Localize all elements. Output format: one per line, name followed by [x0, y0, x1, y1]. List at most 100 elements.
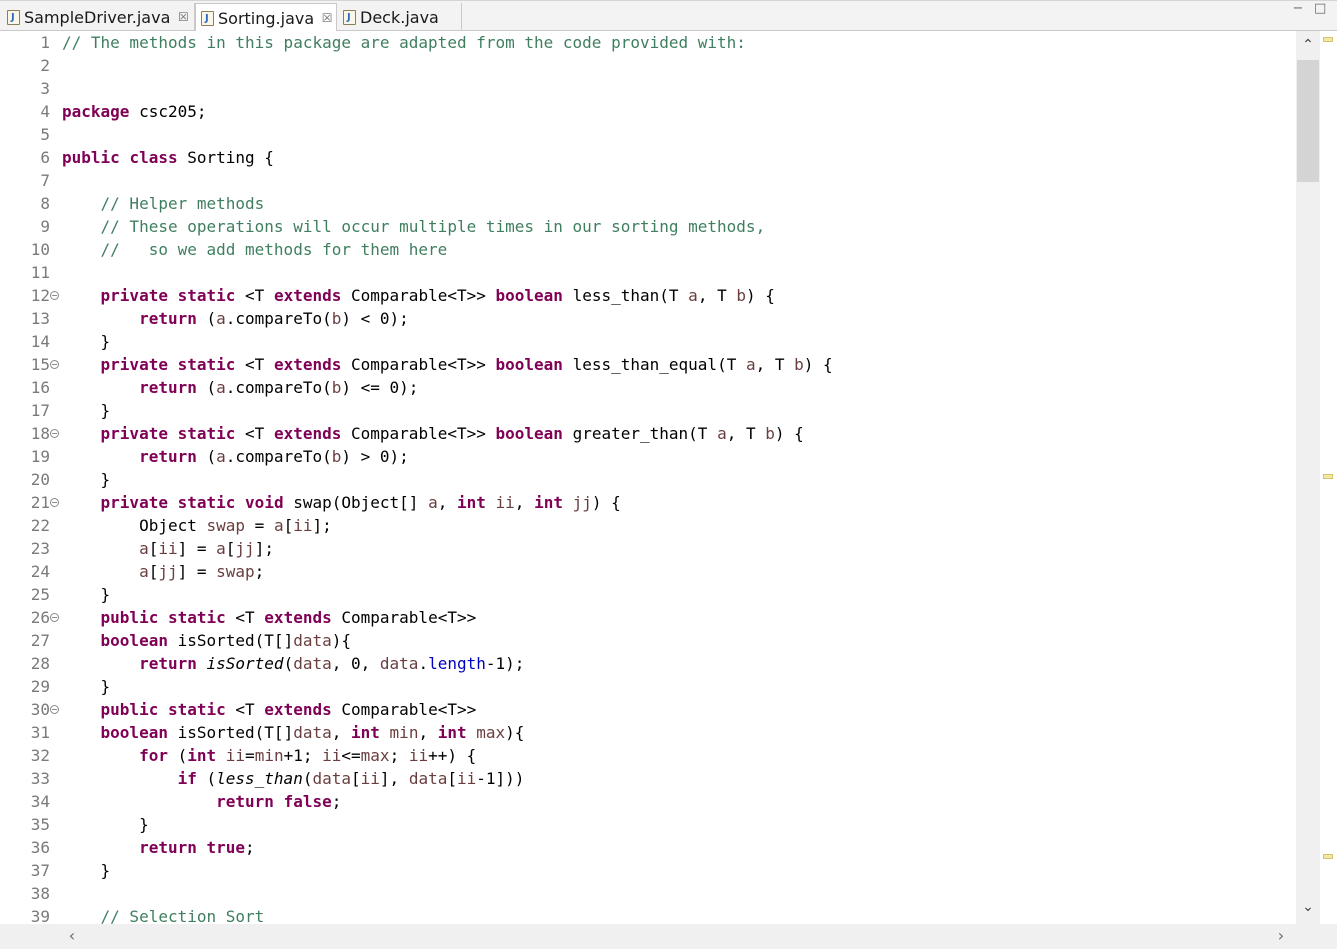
- overview-marker[interactable]: [1323, 854, 1333, 859]
- code-line[interactable]: public static <T extends Comparable<T>>: [62, 698, 477, 721]
- code-line[interactable]: package csc205;: [62, 100, 207, 123]
- scroll-right-icon[interactable]: ›: [1271, 926, 1291, 946]
- code-line[interactable]: }: [62, 859, 111, 882]
- code-token: extends: [264, 700, 332, 719]
- code-token: <T: [225, 608, 265, 627]
- close-icon[interactable]: ☒: [176, 10, 190, 24]
- code-token: return: [139, 447, 197, 466]
- code-line[interactable]: for (int ii=min+1; ii<=max; ii++) {: [62, 744, 476, 767]
- code-line[interactable]: // Helper methods: [62, 192, 265, 215]
- code-line[interactable]: // The methods in this package are adapt…: [62, 31, 746, 54]
- code-token: extends: [273, 355, 342, 374]
- code-token: less_than_equal(T: [562, 355, 746, 374]
- code-line[interactable]: if (less_than(data[ii], data[ii-1])): [62, 767, 525, 790]
- fold-toggle-icon[interactable]: −: [50, 498, 59, 507]
- code-token: ii: [495, 493, 515, 512]
- code-token: ii: [293, 516, 313, 535]
- scroll-up-icon[interactable]: ⌃: [1296, 35, 1320, 55]
- fold-toggle-icon[interactable]: −: [50, 705, 59, 714]
- code-token: <=: [341, 746, 361, 765]
- code-line[interactable]: private static <T extends Comparable<T>>…: [62, 353, 833, 376]
- scroll-thumb[interactable]: [1297, 60, 1319, 182]
- scroll-down-icon[interactable]: ⌄: [1296, 897, 1320, 917]
- line-number: 10: [30, 240, 50, 259]
- code-line[interactable]: return (a.compareTo(b) < 0);: [62, 307, 409, 330]
- code-line[interactable]: }: [62, 330, 111, 353]
- code-editor[interactable]: 1 2 3 4 5 6 7 8 9 10 11 12−13 14 15−16 17 18−19 20 21−22 2…: [0, 31, 1296, 924]
- tab-label: Sorting.java: [218, 8, 315, 28]
- line-number: 13: [30, 309, 50, 328]
- code-token: int: [456, 493, 486, 512]
- code-token: }: [62, 677, 111, 696]
- line-number: 31: [30, 723, 50, 742]
- maximize-icon[interactable]: □: [1314, 2, 1326, 15]
- minimize-icon[interactable]: −: [1292, 2, 1304, 15]
- code-token: b: [765, 424, 775, 443]
- line-number: 36: [30, 838, 50, 857]
- tab-sampledriver[interactable]: SampleDriver.java ☒: [2, 3, 195, 31]
- code-token: ,: [331, 723, 351, 742]
- code-token: isSorted: [206, 654, 284, 673]
- scroll-left-icon[interactable]: ‹: [62, 926, 82, 946]
- code-line[interactable]: }: [62, 468, 111, 491]
- code-line[interactable]: }: [62, 399, 111, 422]
- fold-toggle-icon[interactable]: −: [50, 360, 59, 369]
- close-icon[interactable]: ☒: [320, 11, 334, 25]
- code-token: Sorting {: [177, 148, 274, 167]
- code-line[interactable]: public class Sorting {: [62, 146, 274, 169]
- fold-toggle-icon[interactable]: −: [50, 429, 59, 438]
- code-token: Comparable<T>>: [341, 424, 496, 443]
- code-line[interactable]: a[jj] = swap;: [62, 560, 264, 583]
- code-token: int: [351, 723, 380, 742]
- code-line[interactable]: return true;: [62, 836, 255, 859]
- code-token: b: [331, 378, 342, 397]
- code-line[interactable]: // These operations will occur multiple …: [62, 215, 766, 238]
- code-token: return: [139, 378, 197, 397]
- horizontal-scrollbar[interactable]: ‹ ›: [0, 924, 1296, 949]
- code-line[interactable]: }: [62, 675, 111, 698]
- fold-toggle-icon[interactable]: −: [50, 613, 59, 622]
- code-line[interactable]: private static <T extends Comparable<T>>…: [62, 422, 804, 445]
- code-line[interactable]: return (a.compareTo(b) > 0);: [62, 445, 409, 468]
- code-line[interactable]: private static <T extends Comparable<T>>…: [62, 284, 775, 307]
- code-token: int: [187, 746, 217, 765]
- overview-marker[interactable]: [1323, 474, 1333, 479]
- tab-deck[interactable]: Deck.java: [338, 3, 462, 31]
- code-token: private: [100, 424, 168, 443]
- code-line[interactable]: }: [62, 583, 111, 606]
- line-number: 9: [40, 217, 50, 236]
- code-line[interactable]: boolean isSorted(T[]data, int min, int m…: [62, 721, 525, 744]
- line-number: 11: [30, 263, 50, 282]
- code-token: ii: [322, 746, 342, 765]
- code-line[interactable]: boolean isSorted(T[]data){: [62, 629, 351, 652]
- code-line[interactable]: return (a.compareTo(b) <= 0);: [62, 376, 418, 399]
- code-token: extends: [273, 424, 342, 443]
- editor-tab-bar: SampleDriver.java ☒ Sorting.java ☒ Deck.…: [0, 0, 1337, 32]
- code-token: (: [283, 654, 294, 673]
- tab-sorting[interactable]: Sorting.java ☒: [195, 3, 337, 32]
- code-token: ) {: [803, 355, 833, 374]
- code-token: <T: [235, 286, 274, 305]
- code-token: ) > 0);: [341, 447, 409, 466]
- code-line[interactable]: a[ii] = a[jj];: [62, 537, 274, 560]
- vertical-scrollbar[interactable]: ⌃ ⌄: [1296, 31, 1320, 924]
- line-number: 18: [30, 424, 50, 443]
- code-line[interactable]: public static <T extends Comparable<T>>: [62, 606, 477, 629]
- code-line[interactable]: // Selection Sort: [62, 905, 265, 924]
- code-token: private: [100, 286, 168, 305]
- code-token: ii: [408, 746, 429, 765]
- code-line[interactable]: // so we add methods for them here: [62, 238, 448, 261]
- fold-toggle-icon[interactable]: −: [50, 291, 59, 300]
- code-line[interactable]: }: [62, 813, 149, 836]
- code-line[interactable]: private static void swap(Object[] a, int…: [62, 491, 621, 514]
- code-token: a: [717, 424, 727, 443]
- code-line[interactable]: return isSorted(data, 0, data.length-1);: [62, 652, 524, 675]
- code-line[interactable]: return false;: [62, 790, 341, 813]
- code-line[interactable]: Object swap = a[ii];: [62, 514, 332, 537]
- overview-marker[interactable]: [1323, 37, 1333, 42]
